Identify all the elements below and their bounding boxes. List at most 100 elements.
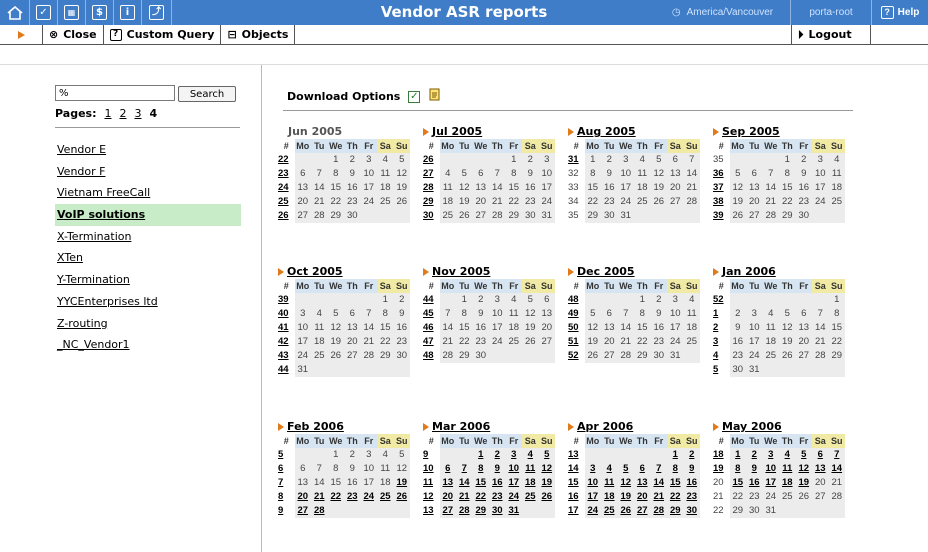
day-cell[interactable]: 22 <box>667 490 684 504</box>
week-number[interactable]: 44 <box>278 363 295 377</box>
day-cell[interactable]: 12 <box>617 476 634 490</box>
day-cell[interactable]: 4 <box>779 448 796 462</box>
week-number[interactable]: 13 <box>423 504 440 518</box>
day-cell[interactable]: 8 <box>729 462 746 476</box>
month-title[interactable]: Apr 2006 <box>568 420 700 433</box>
week-number[interactable]: 9 <box>423 448 440 462</box>
day-cell[interactable]: 2 <box>746 448 763 462</box>
week-number[interactable]: 36 <box>713 167 730 181</box>
week-number[interactable]: 13 <box>568 448 585 462</box>
day-cell[interactable]: 1 <box>667 448 684 462</box>
week-number[interactable]: 18 <box>713 448 730 462</box>
day-cell[interactable]: 3 <box>584 462 601 476</box>
day-cell[interactable]: 16 <box>746 476 763 490</box>
day-cell[interactable]: 5 <box>538 448 555 462</box>
day-cell[interactable]: 16 <box>489 476 506 490</box>
week-number[interactable]: 7 <box>278 476 295 490</box>
week-number[interactable]: 12 <box>423 490 440 504</box>
week-number[interactable]: 44 <box>423 293 440 307</box>
week-number[interactable]: 37 <box>713 181 730 195</box>
day-cell[interactable]: 17 <box>762 476 779 490</box>
timezone-link[interactable]: ◷ America/Vancouver <box>655 0 790 25</box>
day-cell[interactable]: 6 <box>439 462 456 476</box>
week-number[interactable]: 25 <box>278 195 295 209</box>
week-number[interactable]: 11 <box>423 476 440 490</box>
day-cell[interactable]: 12 <box>538 462 555 476</box>
search-input[interactable] <box>55 85 175 101</box>
week-number[interactable]: 47 <box>423 335 440 349</box>
day-cell[interactable]: 15 <box>667 476 684 490</box>
day-cell[interactable]: 18 <box>601 490 618 504</box>
week-number[interactable]: 24 <box>278 181 295 195</box>
week-number[interactable]: 41 <box>278 321 295 335</box>
day-cell[interactable]: 2 <box>683 448 700 462</box>
day-cell[interactable]: 23 <box>344 490 361 504</box>
day-cell[interactable]: 30 <box>683 504 700 518</box>
day-cell[interactable]: 11 <box>601 476 618 490</box>
day-cell[interactable]: 25 <box>377 490 394 504</box>
week-number[interactable]: 39 <box>278 293 295 307</box>
day-cell[interactable]: 15 <box>729 476 746 490</box>
grid-icon[interactable]: ▦ <box>58 0 86 25</box>
week-number[interactable]: 42 <box>278 335 295 349</box>
search-button[interactable]: Search <box>178 86 236 102</box>
week-number[interactable]: 39 <box>713 209 730 223</box>
day-cell[interactable]: 29 <box>667 504 684 518</box>
day-cell[interactable]: 4 <box>601 462 618 476</box>
day-cell[interactable]: 7 <box>650 462 667 476</box>
day-cell[interactable]: 3 <box>762 448 779 462</box>
day-cell[interactable]: 11 <box>779 462 796 476</box>
day-cell[interactable]: 30 <box>489 504 506 518</box>
menu-arrow-icon[interactable] <box>0 24 43 45</box>
day-cell[interactable]: 25 <box>601 504 618 518</box>
day-cell[interactable]: 19 <box>538 476 555 490</box>
download-options-checkbox[interactable]: ✓ <box>408 90 421 103</box>
day-cell[interactable]: 10 <box>584 476 601 490</box>
checklist-icon[interactable]: ✓ <box>30 0 58 25</box>
day-cell[interactable]: 24 <box>584 504 601 518</box>
week-number[interactable]: 30 <box>423 209 440 223</box>
day-cell[interactable]: 27 <box>634 504 651 518</box>
day-cell[interactable]: 2 <box>489 448 506 462</box>
chart-icon[interactable]: ⤴ <box>142 0 172 25</box>
day-cell[interactable]: 26 <box>617 504 634 518</box>
day-cell[interactable]: 29 <box>472 504 489 518</box>
day-cell[interactable]: 18 <box>779 476 796 490</box>
week-number[interactable]: 49 <box>568 307 585 321</box>
day-cell[interactable]: 21 <box>650 490 667 504</box>
day-cell[interactable]: 4 <box>522 448 539 462</box>
day-cell[interactable]: 31 <box>505 504 522 518</box>
week-number[interactable]: 27 <box>423 167 440 181</box>
day-cell[interactable]: 28 <box>456 504 473 518</box>
week-number[interactable]: 31 <box>568 153 585 167</box>
week-number[interactable]: 29 <box>423 195 440 209</box>
week-number[interactable]: 23 <box>278 167 295 181</box>
day-cell[interactable]: 22 <box>327 490 344 504</box>
week-number[interactable]: 50 <box>568 321 585 335</box>
week-number[interactable]: 15 <box>568 476 585 490</box>
vendor-list-item[interactable]: VoIP solutions <box>55 204 241 226</box>
day-cell[interactable]: 23 <box>683 490 700 504</box>
custom-query-button[interactable]: ? Custom Query <box>104 24 222 45</box>
day-cell[interactable]: 10 <box>762 462 779 476</box>
day-cell[interactable]: 8 <box>472 462 489 476</box>
day-cell[interactable]: 9 <box>746 462 763 476</box>
week-number[interactable]: 1 <box>713 307 730 321</box>
month-title[interactable]: Sep 2005 <box>713 125 845 138</box>
month-title[interactable]: Oct 2005 <box>278 265 410 278</box>
week-number[interactable]: 48 <box>423 349 440 363</box>
week-number[interactable]: 9 <box>278 504 295 518</box>
vendor-list-item[interactable]: XTen <box>55 247 241 269</box>
day-cell[interactable]: 6 <box>634 462 651 476</box>
vendor-list-item[interactable]: Vendor E <box>55 139 241 161</box>
week-number[interactable]: 51 <box>568 335 585 349</box>
day-cell[interactable]: 19 <box>393 476 410 490</box>
page-link[interactable]: 2 <box>119 107 126 120</box>
week-number[interactable]: 4 <box>713 349 730 363</box>
week-number[interactable]: 8 <box>278 490 295 504</box>
vendor-list-item[interactable]: Vietnam FreeCall <box>55 182 241 204</box>
week-number[interactable]: 17 <box>568 504 585 518</box>
week-number[interactable]: 43 <box>278 349 295 363</box>
day-cell[interactable]: 20 <box>294 490 311 504</box>
day-cell[interactable]: 28 <box>311 504 328 518</box>
